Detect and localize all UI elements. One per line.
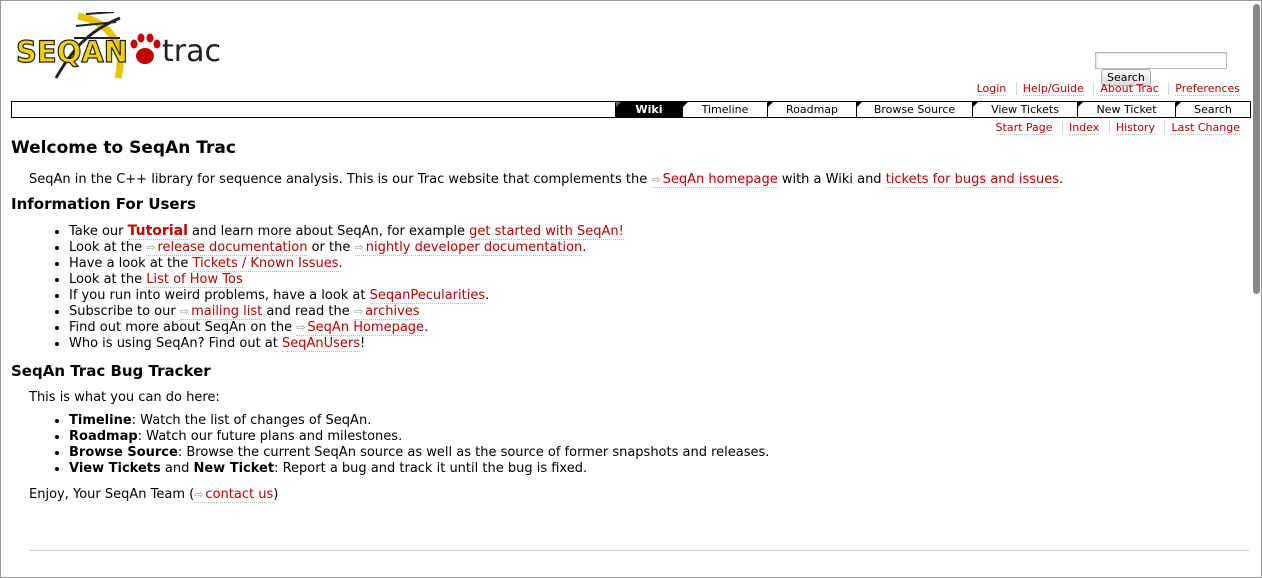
tracker-intro: This is what you can do here: [29,390,220,405]
list-item: Who is using SeqAn? Find out at SeqAnUse… [69,336,1241,352]
footer-divider [29,550,1249,551]
tab-roadmap[interactable]: Roadmap [767,102,856,117]
get-started-link[interactable]: get started with SeqAn! [469,224,624,240]
tutorial-link[interactable]: Tutorial [127,223,188,240]
search-input[interactable] [1095,52,1227,69]
seqan-users-link[interactable]: SeqAnUsers [282,336,361,352]
tab-browse-source[interactable]: Browse Source [856,102,972,117]
tracker-list: Timeline: Watch the list of changes of S… [11,413,1241,477]
wiki-content: Welcome to SeqAn Trac SeqAn in the C++ l… [11,134,1241,510]
list-item: Look at the List of How Tos [69,272,1241,288]
meta-nav: Login Help/Guide About Trac Preferences [971,82,1246,96]
index-link[interactable]: Index [1069,121,1100,135]
users-heading: Information For Users [11,195,196,213]
vertical-scrollbar[interactable] [1253,4,1260,294]
list-item: If you run into weird problems, have a l… [69,288,1241,304]
intro-text: SeqAn in the C++ library for sequence an… [29,172,652,187]
users-list: Take our Tutorial and learn more about S… [11,223,1241,352]
list-item: Take our Tutorial and learn more about S… [69,223,1241,240]
list-item: Roadmap: Watch our future plans and mile… [69,429,1241,445]
peculiarities-link[interactable]: SeqanPecularities [369,288,486,304]
tab-timeline[interactable]: Timeline [682,102,767,117]
seqan-trac-logo[interactable]: SEQAN trac [16,12,228,82]
tab-new-ticket[interactable]: New Ticket [1077,102,1175,117]
tracker-heading: SeqAn Trac Bug Tracker [11,362,211,380]
known-issues-link[interactable]: Tickets / Known Issues [192,256,339,272]
tab-view-tickets[interactable]: View Tickets [972,102,1077,117]
seqan-homepage-link-2[interactable]: SeqAn Homepage [296,320,425,336]
page-title: Welcome to SeqAn Trac [11,138,236,158]
list-item: Subscribe to our mailing list and read t… [69,304,1241,320]
context-nav: Start Page Index History Last Change [990,121,1246,135]
search-form: Search [1095,52,1262,86]
tab-search[interactable]: Search [1175,102,1250,117]
tickets-link[interactable]: tickets for bugs and issues [885,172,1060,188]
list-item: Find out more about SeqAn on the SeqAn H… [69,320,1241,336]
last-change-link[interactable]: Last Change [1171,121,1240,135]
help-guide-link[interactable]: Help/Guide [1022,82,1084,96]
preferences-link[interactable]: Preferences [1175,82,1240,96]
archives-link[interactable]: archives [353,304,420,320]
mailing-list-link[interactable]: mailing list [179,304,263,320]
svg-text:SEQAN: SEQAN [16,35,128,69]
release-docs-link[interactable]: release documentation [146,240,308,256]
intro-text: . [1059,172,1064,187]
svg-text:trac: trac [162,34,221,69]
tab-wiki[interactable]: Wiki [615,102,682,117]
how-tos-link[interactable]: List of How Tos [146,272,243,288]
list-item: Look at the release documentation or the… [69,240,1241,256]
history-link[interactable]: History [1115,121,1155,135]
closing-paragraph: Enjoy, Your SeqAn Team (contact us) [29,487,1241,503]
nightly-docs-link[interactable]: nightly developer documentation [354,240,583,256]
intro-paragraph: SeqAn in the C++ library for sequence an… [29,172,1241,188]
login-link[interactable]: Login [976,82,1007,96]
list-item: Have a look at the Tickets / Known Issue… [69,256,1241,272]
list-item: Timeline: Watch the list of changes of S… [69,413,1241,429]
start-page-link[interactable]: Start Page [995,121,1053,135]
about-trac-link[interactable]: About Trac [1100,82,1159,96]
list-item: View Tickets and New Ticket: Report a bu… [69,461,1241,477]
main-nav: Wiki Timeline Roadmap Browse Source View… [11,101,1251,118]
list-item: Browse Source: Browse the current SeqAn … [69,445,1241,461]
intro-text: with a Wiki and [777,172,886,187]
seqan-homepage-link[interactable]: SeqAn homepage [651,172,778,188]
contact-us-link[interactable]: contact us [194,487,274,503]
